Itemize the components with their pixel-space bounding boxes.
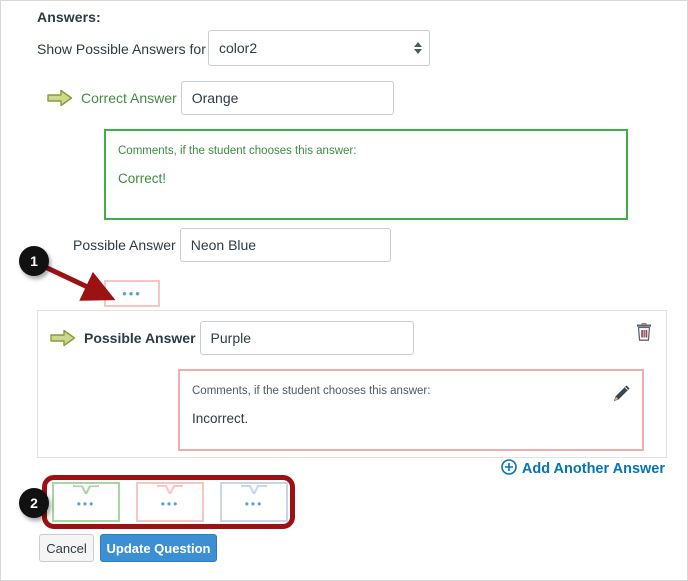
answer-container-purple: Possible Answer Purple Comments, if the … <box>37 310 667 458</box>
answer-row-neon-blue: Possible Answer Neon Blue <box>73 228 391 262</box>
add-another-answer-link[interactable]: Add Another Answer <box>501 459 665 479</box>
answer-row-correct: Correct Answer Orange <box>47 81 394 115</box>
ellipsis-dots: ••• <box>122 286 142 301</box>
green-arrow-icon <box>50 329 76 347</box>
show-possible-answers-select[interactable]: color2 <box>208 30 430 66</box>
comment-box-correct[interactable]: Comments, if the student chooses this an… <box>104 129 628 220</box>
answer-label: Correct Answer <box>81 90 177 106</box>
plus-circle-icon <box>501 459 517 479</box>
select-value: color2 <box>219 40 258 56</box>
answer-text-input[interactable]: Orange <box>180 81 394 115</box>
answer-text-input[interactable]: Purple <box>199 321 414 355</box>
comment-box-purple[interactable]: Comments, if the student chooses this an… <box>178 369 644 451</box>
quiz-answers-editor: Answers: Show Possible Answers for color… <box>0 0 688 581</box>
update-question-button[interactable]: Update Question <box>100 534 217 562</box>
answer-row-purple: Possible Answer Purple <box>50 321 414 355</box>
comment-heading: Comments, if the student chooses this an… <box>192 385 431 397</box>
callout-badge-2: 2 <box>19 488 49 518</box>
comment-heading: Comments, if the student chooses this an… <box>118 145 357 157</box>
cancel-button[interactable]: Cancel <box>39 534 94 562</box>
trash-icon[interactable] <box>636 323 652 346</box>
green-arrow-icon <box>47 89 73 107</box>
add-another-answer-label: Add Another Answer <box>521 461 665 477</box>
page-title: Answers: <box>37 9 101 25</box>
show-possible-answers-label: Show Possible Answers for <box>37 41 206 57</box>
comment-body: Incorrect. <box>192 411 249 426</box>
callout-badge-1: 1 <box>19 246 49 276</box>
pencil-icon[interactable] <box>613 385 630 407</box>
answer-text-input[interactable]: Neon Blue <box>179 228 391 262</box>
comment-body: Correct! <box>118 171 167 186</box>
answer-label: Possible Answer <box>84 330 196 346</box>
callout-highlight-2 <box>42 475 295 529</box>
answer-label: Possible Answer <box>73 237 176 253</box>
collapsed-comment-box[interactable]: ••• <box>104 280 160 307</box>
up-down-arrows-icon <box>407 42 429 54</box>
